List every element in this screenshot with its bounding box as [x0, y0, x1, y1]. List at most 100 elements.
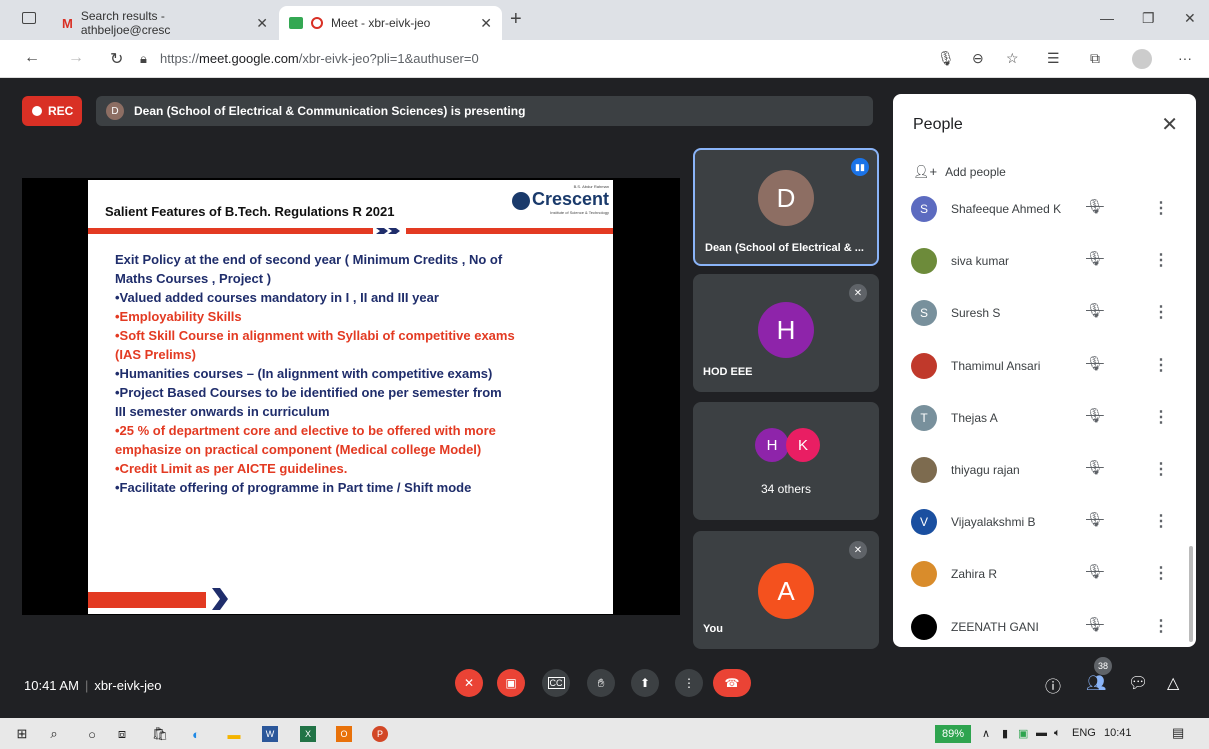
- tab-gmail[interactable]: M Search results - athbeljoe@cresc ✕: [52, 6, 278, 40]
- slide-title: Salient Features of B.Tech. Regulations …: [105, 204, 395, 219]
- zoom-icon[interactable]: ⊖: [972, 50, 984, 67]
- mic-off-icon[interactable]: 🎙︎: [1086, 511, 1104, 528]
- more-vert-icon[interactable]: ⋮: [1153, 250, 1169, 270]
- participant-row[interactable]: thiyagu rajan 🎙︎ ⋮: [893, 445, 1196, 497]
- separator: |: [84, 678, 89, 693]
- mic-off-icon[interactable]: 🎙︎: [1086, 198, 1104, 215]
- slide-line: •Valued added courses mandatory in I , I…: [115, 290, 439, 305]
- more-vert-icon[interactable]: ⋮: [1153, 511, 1169, 531]
- more-vert-icon[interactable]: ⋮: [1153, 459, 1169, 479]
- window-close-icon[interactable]: ✕: [1184, 10, 1196, 27]
- slide-line: •Credit Limit as per AICTE guidelines.: [115, 461, 348, 476]
- edge-icon[interactable]: ◐: [188, 726, 204, 742]
- avatar: [911, 457, 937, 483]
- new-tab-icon[interactable]: +: [510, 8, 522, 31]
- office-icon[interactable]: O: [336, 726, 352, 742]
- participant-row[interactable]: V Vijayalakshmi B 🎙︎ ⋮: [893, 497, 1196, 549]
- close-icon[interactable]: ✕: [1161, 112, 1178, 137]
- tile-others[interactable]: H K 34 others: [693, 402, 879, 520]
- mic-off-icon[interactable]: 🎙︎: [1086, 616, 1104, 633]
- language-indicator[interactable]: ENG: [1072, 727, 1096, 739]
- scrollbar[interactable]: [1189, 546, 1193, 642]
- more-vert-icon[interactable]: ⋮: [1153, 563, 1169, 583]
- raise-hand-button[interactable]: ✋︎: [587, 669, 615, 697]
- close-tab-icon[interactable]: ✕: [480, 15, 492, 32]
- mic-off-icon[interactable]: 🎙︎: [1086, 459, 1104, 476]
- more-vert-icon[interactable]: ⋮: [1153, 407, 1169, 427]
- mic-off-icon[interactable]: 🎙︎: [1086, 250, 1104, 267]
- participant-row[interactable]: T Thejas A 🎙︎ ⋮: [893, 393, 1196, 445]
- powerpoint-icon[interactable]: P: [372, 726, 388, 742]
- tray-chevron-icon[interactable]: ∧: [982, 727, 990, 740]
- tile-you[interactable]: ✕ A You: [693, 531, 879, 649]
- mic-toggle-button[interactable]: ✕: [455, 669, 483, 697]
- site-info-icon[interactable]: 🔒︎: [140, 51, 147, 67]
- people-icon[interactable]: 👥︎: [1086, 673, 1106, 693]
- battery-indicator[interactable]: 89%: [935, 725, 971, 743]
- tile-dean[interactable]: ▮▮ D Dean (School of Electrical & ...: [693, 148, 879, 266]
- meeting-details-icon[interactable]: ⓘ: [1045, 673, 1061, 697]
- meeting-code: xbr-eivk-jeo: [94, 678, 162, 693]
- participant-row[interactable]: S Suresh S 🎙︎ ⋮: [893, 288, 1196, 340]
- captions-button[interactable]: CC: [542, 669, 570, 697]
- slide-line: •Employability Skills: [115, 309, 242, 324]
- profile-avatar[interactable]: [1132, 49, 1152, 69]
- mic-off-icon[interactable]: 🎙︎: [1086, 407, 1104, 424]
- reload-icon[interactable]: ↻: [110, 49, 123, 69]
- tile-hod[interactable]: ✕ H HOD EEE: [693, 274, 879, 392]
- tab-actions-icon[interactable]: [22, 12, 36, 24]
- mic-off-icon[interactable]: 🎙︎: [1086, 355, 1104, 372]
- search-icon[interactable]: ⌕: [46, 726, 62, 742]
- file-explorer-icon[interactable]: ▬: [226, 726, 242, 742]
- tab-meet[interactable]: Meet - xbr-eivk-jeo ✕: [279, 6, 502, 40]
- leave-call-button[interactable]: ☎︎: [713, 669, 751, 697]
- windows-start-icon[interactable]: ⊞: [14, 726, 30, 742]
- slide-line: •Facilitate offering of programme in Par…: [115, 480, 472, 495]
- present-button[interactable]: ⬆: [631, 669, 659, 697]
- menu-more-icon[interactable]: ···: [1178, 50, 1192, 66]
- back-icon[interactable]: ←: [24, 49, 40, 67]
- store-icon[interactable]: 🛍︎: [152, 726, 169, 742]
- participant-row[interactable]: Thamimul Ansari 🎙︎ ⋮: [893, 341, 1196, 393]
- mic-off-icon[interactable]: 🎙︎: [1086, 563, 1104, 580]
- more-vert-icon[interactable]: ⋮: [1153, 355, 1169, 375]
- more-vert-icon[interactable]: ⋮: [1153, 198, 1169, 218]
- record-dot-icon: [32, 106, 42, 116]
- participant-row[interactable]: siva kumar 🎙︎ ⋮: [893, 236, 1196, 288]
- microphone-icon[interactable]: 🎙︎: [937, 50, 955, 67]
- mic-off-icon: ✕: [849, 284, 867, 302]
- task-view-icon[interactable]: ⧈: [114, 726, 130, 742]
- slide-divider: [88, 228, 613, 234]
- mic-off-icon[interactable]: 🎙︎: [1086, 302, 1104, 319]
- close-tab-icon[interactable]: ✕: [256, 15, 268, 32]
- favorites-list-icon[interactable]: ☰: [1047, 50, 1060, 67]
- people-panel: People ✕ 👤︎+ Add people S Shafeeque Ahmed…: [893, 94, 1196, 647]
- forward-icon[interactable]: →: [68, 49, 84, 67]
- more-vert-icon[interactable]: ⋮: [1153, 302, 1169, 322]
- restore-icon[interactable]: ❐: [1142, 10, 1155, 27]
- excel-icon[interactable]: X: [300, 726, 316, 742]
- camera-toggle-button[interactable]: ▣: [497, 669, 525, 697]
- slide: Salient Features of B.Tech. Regulations …: [88, 180, 613, 614]
- favorite-icon[interactable]: ☆: [1006, 50, 1019, 67]
- more-vert-icon[interactable]: ⋮: [1153, 616, 1169, 636]
- collections-icon[interactable]: ⧉: [1090, 50, 1100, 67]
- participant-row[interactable]: Zahira R 🎙︎ ⋮: [893, 549, 1196, 601]
- recording-badge: REC: [22, 96, 82, 126]
- avatar: K: [786, 428, 820, 462]
- tray-battery-icon: ▬: [1036, 727, 1047, 739]
- volume-icon[interactable]: 🔈︎: [1054, 727, 1061, 740]
- more-options-button[interactable]: ⋮: [675, 669, 703, 697]
- activities-icon[interactable]: △: [1167, 673, 1179, 693]
- word-icon[interactable]: W: [262, 726, 278, 742]
- chat-icon[interactable]: 💬︎: [1128, 673, 1148, 693]
- recording-indicator-icon: [311, 17, 323, 29]
- url-field[interactable]: https://meet.google.com/xbr-eivk-jeo?pli…: [160, 51, 479, 66]
- minimize-icon[interactable]: —: [1100, 10, 1114, 26]
- clock[interactable]: 10:41: [1104, 727, 1132, 739]
- notifications-icon[interactable]: ▤: [1172, 725, 1184, 741]
- participant-row[interactable]: S Shafeeque Ahmed K 🎙︎ ⋮: [893, 184, 1196, 236]
- participant-row[interactable]: ZEENATH GANI 🎙︎ ⋮: [893, 602, 1196, 647]
- add-people-button[interactable]: 👤︎+ Add people: [913, 164, 1006, 180]
- cortana-icon[interactable]: ○: [84, 726, 100, 742]
